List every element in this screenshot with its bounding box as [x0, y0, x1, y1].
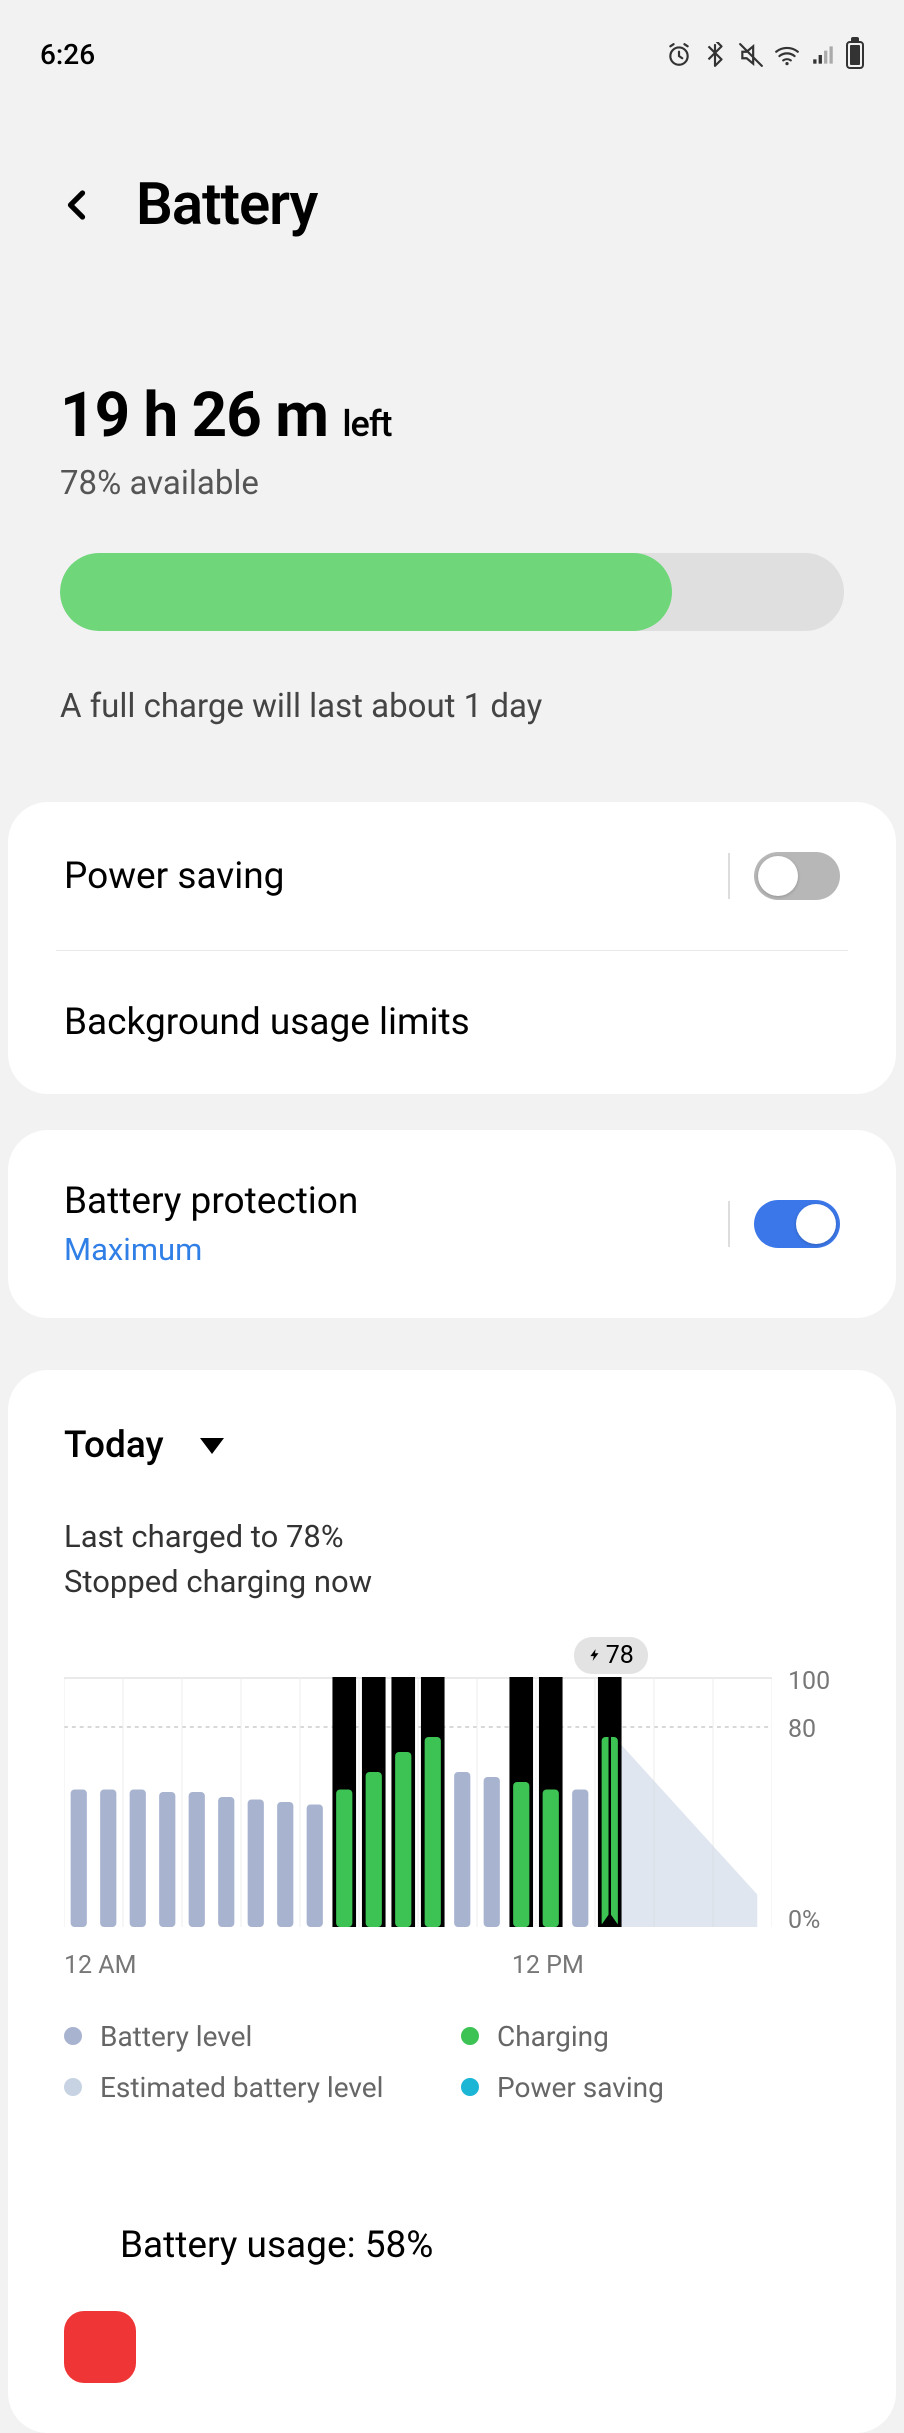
- time-left-suffix: left: [342, 403, 391, 445]
- chart-legend: Battery level Charging Estimated battery…: [64, 2020, 840, 2104]
- app-icon: [64, 2311, 136, 2383]
- battery-protection-switch[interactable]: [754, 1200, 840, 1248]
- legend-estimated: Estimated battery level: [100, 2071, 443, 2104]
- charge-note: Last charged to 78% Stopped charging now: [64, 1515, 840, 1605]
- switch-divider: [728, 853, 730, 899]
- bubble-value: 78: [606, 1641, 634, 1670]
- power-saving-label: Power saving: [64, 855, 284, 898]
- battery-protection-sub: Maximum: [64, 1231, 358, 1268]
- legend-dot-charging: [461, 2027, 479, 2045]
- chart-card: Today Last charged to 78% Stopped chargi…: [8, 1370, 896, 2433]
- full-charge-note: A full charge will last about 1 day: [60, 687, 844, 726]
- legend-dot-powersaving: [461, 2078, 479, 2096]
- battery-summary: 19 h 26 m left 78% available A full char…: [0, 279, 904, 766]
- app-usage-row[interactable]: [64, 2311, 840, 2383]
- time-left-value: 19 h 26 m: [60, 379, 328, 452]
- battery-chart[interactable]: 78 100 80 0%: [64, 1677, 840, 1927]
- battery-protection-label: Battery protection: [64, 1180, 358, 1223]
- legend-battery-level: Battery level: [100, 2020, 443, 2053]
- x-tick-12am: 12 AM: [64, 1951, 136, 1980]
- charge-note-line1: Last charged to 78%: [64, 1515, 840, 1560]
- x-axis: 12 AM 12 PM: [64, 1951, 840, 1980]
- y-tick-0: 0%: [788, 1906, 820, 1935]
- y-tick-100: 100: [788, 1667, 830, 1696]
- chart-svg: [64, 1677, 772, 1927]
- legend-charging: Charging: [497, 2020, 840, 2053]
- settings-card-2: Battery protection Maximum: [8, 1130, 896, 1318]
- battery-status-icon: [846, 41, 864, 69]
- legend-power-saving: Power saving: [497, 2071, 840, 2104]
- bolt-icon: [588, 1646, 602, 1664]
- bluetooth-icon: [702, 42, 728, 68]
- page-title: Battery: [136, 171, 317, 239]
- chevron-down-icon: [200, 1438, 224, 1454]
- status-time: 6:26: [40, 38, 95, 71]
- battery-progress-track: [60, 553, 844, 631]
- charge-note-line2: Stopped charging now: [64, 1560, 840, 1605]
- power-saving-row[interactable]: Power saving: [8, 802, 896, 950]
- background-limits-row[interactable]: Background usage limits: [8, 951, 896, 1094]
- legend-dot-estimated: [64, 2078, 82, 2096]
- battery-protection-row[interactable]: Battery protection Maximum: [8, 1130, 896, 1318]
- wifi-icon: [774, 42, 800, 68]
- current-level-bubble: 78: [574, 1637, 648, 1674]
- battery-usage-heading: Battery usage: 58%: [64, 2104, 840, 2267]
- x-tick-12pm: 12 PM: [512, 1951, 584, 1980]
- y-axis: 100 80 0%: [772, 1677, 840, 1927]
- time-left: 19 h 26 m left: [60, 379, 844, 452]
- period-label: Today: [64, 1424, 164, 1467]
- status-icons: [666, 41, 864, 69]
- mute-icon: [738, 42, 764, 68]
- page-header: Battery: [0, 91, 904, 279]
- status-bar: 6:26: [0, 0, 904, 91]
- legend-dot-battery: [64, 2027, 82, 2045]
- signal-icon: [810, 42, 836, 68]
- settings-card-1: Power saving Background usage limits: [8, 802, 896, 1094]
- power-saving-switch[interactable]: [754, 852, 840, 900]
- y-tick-80: 80: [788, 1715, 816, 1744]
- period-selector[interactable]: Today: [64, 1424, 840, 1467]
- percent-available: 78% available: [60, 464, 844, 503]
- switch-divider: [728, 1201, 730, 1247]
- background-limits-label: Background usage limits: [64, 1001, 470, 1044]
- alarm-icon: [666, 42, 692, 68]
- back-icon[interactable]: [60, 187, 96, 223]
- battery-progress-fill: [60, 553, 672, 631]
